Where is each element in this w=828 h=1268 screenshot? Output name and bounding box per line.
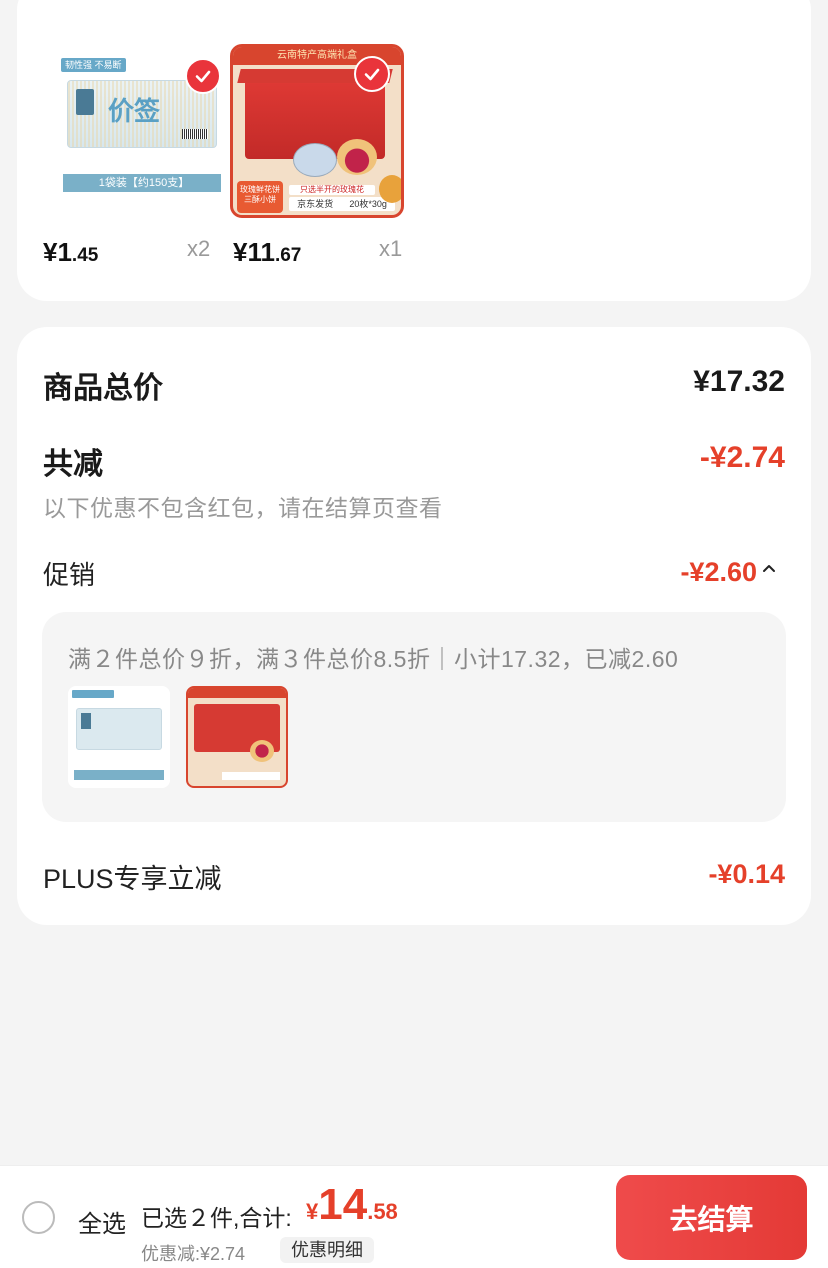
product-image-caption: 1袋装【约150支】 — [63, 174, 221, 192]
product-side-text: 玫瑰鲜花饼 三酥小饼 — [237, 181, 283, 213]
promo-product-thumbnail[interactable] — [68, 686, 170, 788]
selected-count-label: 已选２件,合计: — [141, 1205, 292, 1231]
product-toothpicks[interactable]: 韧性强 不易断 价签 1袋装【约150支】 — [47, 44, 221, 218]
brand-logo — [76, 89, 94, 115]
product-price: ¥1.45 — [43, 237, 99, 267]
plus-discount-label: PLUS专享立减 — [43, 864, 222, 894]
checkout-bar: 全选 已选２件,合计: ¥14.58 优惠减:¥2.74 优惠明细 去结算 — [0, 1165, 828, 1268]
discount-detail-button[interactable]: 优惠明细 — [280, 1237, 374, 1263]
promo-product-thumbnail[interactable] — [186, 686, 288, 788]
promotion-label[interactable]: 促销 — [43, 555, 95, 592]
total-price-label: 商品总价 — [43, 372, 163, 405]
total-price-value: ¥17.32 — [693, 365, 785, 398]
caret-up-icon[interactable] — [761, 561, 777, 577]
product-quantity: x1 — [379, 236, 403, 261]
spec-label: 20枚*30g — [349, 199, 387, 209]
shipping-label: 京东发货 — [297, 199, 334, 209]
product-info-top: 只选半开的玫瑰花 — [289, 185, 375, 195]
product-quantity: x2 — [187, 236, 211, 261]
barcode-icon — [182, 129, 208, 139]
radio-icon[interactable] — [22, 1201, 55, 1234]
check-icon[interactable] — [354, 56, 390, 92]
cake-package-graphic — [293, 143, 337, 177]
product-info-bar: 京东发货 20枚*30g — [289, 197, 395, 211]
checkout-button[interactable]: 去结算 — [616, 1175, 807, 1260]
product-price: ¥11.67 — [233, 237, 302, 267]
pack-title: 价签 — [108, 97, 161, 127]
selected-products-card: 韧性强 不易断 价签 1袋装【约150支】 云南特产高端礼盒 玫瑰鲜花饼 三酥小… — [17, 0, 811, 301]
total-amount: ¥14.58 — [306, 1180, 398, 1229]
promotion-detail-box: 满２件总价９折，满３件总价8.5折｜小计17.32，已减2.60 — [42, 612, 786, 822]
flower-cake-graphic — [337, 139, 377, 175]
product-tag: 韧性强 不易断 — [61, 58, 126, 72]
plus-discount-value: -¥0.14 — [708, 859, 785, 889]
lion-mascot-icon — [379, 175, 401, 203]
select-all-label[interactable]: 全选 — [78, 1204, 126, 1239]
discount-value: -¥2.74 — [699, 441, 785, 474]
saved-amount: 优惠减:¥2.74 — [141, 1244, 246, 1264]
check-icon[interactable] — [185, 58, 221, 94]
discount-label: 共减 — [43, 448, 103, 481]
price-summary-card: 商品总价 ¥17.32 共减 -¥2.74 以下优惠不包含红包，请在结算页查看 … — [17, 327, 811, 925]
discount-note: 以下优惠不包含红包，请在结算页查看 — [43, 495, 443, 521]
promotion-description: 满２件总价９折，满３件总价8.5折｜小计17.32，已减2.60 — [68, 646, 679, 672]
promotion-value[interactable]: -¥2.60 — [680, 557, 757, 588]
product-flower-cake[interactable]: 云南特产高端礼盒 玫瑰鲜花饼 三酥小饼 只选半开的玫瑰花 京东发货 20枚*30… — [230, 44, 404, 218]
